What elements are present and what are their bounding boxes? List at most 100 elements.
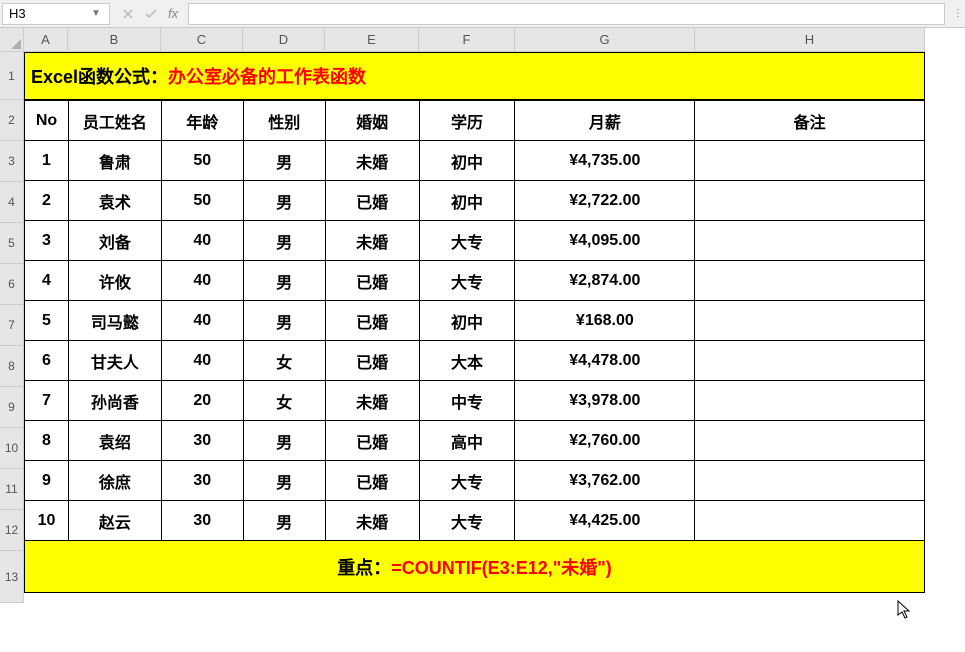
table-row[interactable]: 1鲁肃50男未婚初中¥4,735.00 xyxy=(25,141,925,181)
column-header[interactable]: H xyxy=(695,28,925,52)
cell-marital[interactable]: 已婚 xyxy=(325,261,419,301)
cell-remark[interactable] xyxy=(695,381,925,421)
cell-marital[interactable]: 已婚 xyxy=(325,181,419,221)
column-header[interactable]: D xyxy=(243,28,325,52)
cell-marital[interactable]: 已婚 xyxy=(325,421,419,461)
cell-gender[interactable]: 男 xyxy=(243,421,325,461)
row-header[interactable]: 4 xyxy=(0,182,24,223)
footer-row[interactable]: 重点： =COUNTIF(E3:E12,"未婚") xyxy=(24,541,925,593)
cell-no[interactable]: 8 xyxy=(25,421,69,461)
cell-marital[interactable]: 未婚 xyxy=(325,221,419,261)
cell-no[interactable]: 3 xyxy=(25,221,69,261)
cell-gender[interactable]: 男 xyxy=(243,301,325,341)
cell-age[interactable]: 40 xyxy=(161,261,243,301)
cell-salary[interactable]: ¥2,760.00 xyxy=(515,421,695,461)
header-education[interactable]: 学历 xyxy=(419,101,515,141)
cell-no[interactable]: 5 xyxy=(25,301,69,341)
cell-name[interactable]: 甘夫人 xyxy=(68,341,161,381)
row-header[interactable]: 7 xyxy=(0,305,24,346)
table-row[interactable]: 4许攸40男已婚大专¥2,874.00 xyxy=(25,261,925,301)
header-name[interactable]: 员工姓名 xyxy=(68,101,161,141)
cell-gender[interactable]: 男 xyxy=(243,181,325,221)
cell-education[interactable]: 大专 xyxy=(419,461,515,501)
cell-gender[interactable]: 男 xyxy=(243,141,325,181)
table-row[interactable]: 7孙尚香20女未婚中专¥3,978.00 xyxy=(25,381,925,421)
row-header[interactable]: 3 xyxy=(0,141,24,182)
cell-name[interactable]: 赵云 xyxy=(68,501,161,541)
cell-marital[interactable]: 未婚 xyxy=(325,141,419,181)
cell-age[interactable]: 40 xyxy=(161,301,243,341)
cell-education[interactable]: 中专 xyxy=(419,381,515,421)
cell-no[interactable]: 4 xyxy=(25,261,69,301)
cell-gender[interactable]: 女 xyxy=(243,381,325,421)
cell-name[interactable]: 徐庶 xyxy=(68,461,161,501)
cell-gender[interactable]: 男 xyxy=(243,501,325,541)
column-header[interactable]: A xyxy=(24,28,68,52)
cell-salary[interactable]: ¥4,425.00 xyxy=(515,501,695,541)
column-header[interactable]: B xyxy=(68,28,161,52)
column-header[interactable]: F xyxy=(419,28,515,52)
column-header[interactable]: G xyxy=(515,28,695,52)
cell-remark[interactable] xyxy=(695,461,925,501)
header-gender[interactable]: 性别 xyxy=(243,101,325,141)
cell-salary[interactable]: ¥3,762.00 xyxy=(515,461,695,501)
cell-gender[interactable]: 男 xyxy=(243,221,325,261)
cell-age[interactable]: 30 xyxy=(161,461,243,501)
row-header[interactable]: 13 xyxy=(0,551,24,603)
row-header[interactable]: 12 xyxy=(0,510,24,551)
table-row[interactable]: 6甘夫人40女已婚大本¥4,478.00 xyxy=(25,341,925,381)
row-header[interactable]: 11 xyxy=(0,469,24,510)
cell-no[interactable]: 6 xyxy=(25,341,69,381)
expand-formula-bar-icon[interactable]: ⋮ xyxy=(951,8,965,19)
cell-marital[interactable]: 已婚 xyxy=(325,461,419,501)
cell-age[interactable]: 40 xyxy=(161,221,243,261)
table-row[interactable]: 5司马懿40男已婚初中¥168.00 xyxy=(25,301,925,341)
cell-name[interactable]: 刘备 xyxy=(68,221,161,261)
cell-no[interactable]: 9 xyxy=(25,461,69,501)
cell-salary[interactable]: ¥4,095.00 xyxy=(515,221,695,261)
cell-salary[interactable]: ¥4,478.00 xyxy=(515,341,695,381)
cell-education[interactable]: 大专 xyxy=(419,261,515,301)
cell-education[interactable]: 高中 xyxy=(419,421,515,461)
name-box[interactable]: H3 ▼ xyxy=(2,3,110,25)
row-header[interactable]: 2 xyxy=(0,100,24,141)
cell-remark[interactable] xyxy=(695,341,925,381)
cell-education[interactable]: 大专 xyxy=(419,501,515,541)
table-row[interactable]: 3刘备40男未婚大专¥4,095.00 xyxy=(25,221,925,261)
column-header[interactable]: C xyxy=(161,28,243,52)
cell-remark[interactable] xyxy=(695,421,925,461)
column-header[interactable]: E xyxy=(325,28,419,52)
cell-marital[interactable]: 已婚 xyxy=(325,341,419,381)
table-row[interactable]: 2袁术50男已婚初中¥2,722.00 xyxy=(25,181,925,221)
cell-name[interactable]: 许攸 xyxy=(68,261,161,301)
cell-salary[interactable]: ¥2,874.00 xyxy=(515,261,695,301)
cell-remark[interactable] xyxy=(695,501,925,541)
cell-salary[interactable]: ¥168.00 xyxy=(515,301,695,341)
cell-marital[interactable]: 未婚 xyxy=(325,501,419,541)
cell-salary[interactable]: ¥2,722.00 xyxy=(515,181,695,221)
row-header[interactable]: 10 xyxy=(0,428,24,469)
cell-gender[interactable]: 男 xyxy=(243,461,325,501)
table-row[interactable]: 10赵云30男未婚大专¥4,425.00 xyxy=(25,501,925,541)
cell-gender[interactable]: 男 xyxy=(243,261,325,301)
cell-age[interactable]: 50 xyxy=(161,181,243,221)
cell-education[interactable]: 初中 xyxy=(419,181,515,221)
cell-name[interactable]: 袁绍 xyxy=(68,421,161,461)
table-row[interactable]: 9徐庶30男已婚大专¥3,762.00 xyxy=(25,461,925,501)
cell-name[interactable]: 司马懿 xyxy=(68,301,161,341)
cell-remark[interactable] xyxy=(695,221,925,261)
header-marital[interactable]: 婚姻 xyxy=(325,101,419,141)
cell-no[interactable]: 10 xyxy=(25,501,69,541)
header-remark[interactable]: 备注 xyxy=(695,101,925,141)
cell-name[interactable]: 孙尚香 xyxy=(68,381,161,421)
cell-remark[interactable] xyxy=(695,181,925,221)
row-header[interactable]: 8 xyxy=(0,346,24,387)
row-header[interactable]: 1 xyxy=(0,52,24,100)
cell-remark[interactable] xyxy=(695,141,925,181)
cell-no[interactable]: 1 xyxy=(25,141,69,181)
cell-age[interactable]: 50 xyxy=(161,141,243,181)
table-row[interactable]: 8袁绍30男已婚高中¥2,760.00 xyxy=(25,421,925,461)
header-salary[interactable]: 月薪 xyxy=(515,101,695,141)
row-header[interactable]: 5 xyxy=(0,223,24,264)
name-box-dropdown-icon[interactable]: ▼ xyxy=(89,8,103,19)
